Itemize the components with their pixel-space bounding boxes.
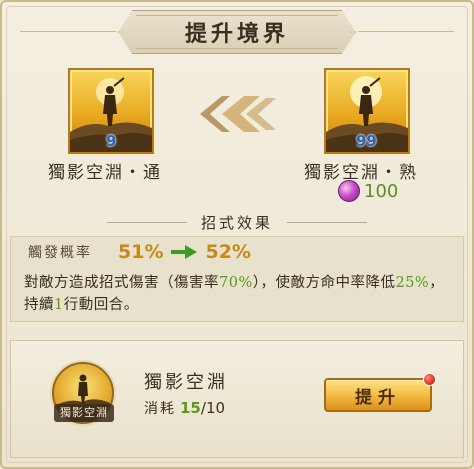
gem-icon — [338, 180, 360, 202]
desc-turns: 1 — [54, 297, 64, 313]
arrow-right-icon — [171, 245, 198, 259]
cost-value: 100 — [364, 180, 399, 202]
upgrade-button[interactable]: 提升 — [324, 378, 432, 412]
stat-old-value: 51% — [118, 241, 164, 263]
desc-part1: 對敵方造成招式傷害（傷害率 — [24, 275, 219, 291]
section-divider-right — [287, 221, 367, 223]
effect-description: 對敵方造成招式傷害（傷害率70%），使敵方命中率降低25%，持續1行動回合。 — [24, 272, 454, 316]
stat-label: 觸發概率 — [28, 245, 92, 261]
next-skill-level: 99 — [356, 132, 377, 150]
desc-part4: 行動回合。 — [63, 297, 139, 313]
desc-part2: ），使敵方命中率降低 — [252, 275, 396, 291]
effect-section-title: 招式效果 — [200, 213, 273, 232]
desc-damage-rate: 70% — [219, 275, 253, 291]
upgrade-arrow-icon — [200, 96, 276, 132]
title-deco-right — [358, 31, 454, 32]
effect-section-header: 招式效果 — [0, 212, 474, 232]
material-name: 獨影空淵 — [144, 372, 228, 393]
upgrade-cost: 100 — [338, 180, 398, 202]
consume-row: 消耗 15 / 10 — [144, 398, 225, 418]
notification-dot — [423, 373, 436, 386]
section-divider-left — [106, 221, 187, 223]
upgrade-button-label: 提升 — [355, 387, 401, 408]
dialog-title: 提升境界 — [184, 21, 289, 47]
stat-new-value: 52% — [205, 241, 251, 263]
current-skill-icon[interactable]: 9 — [68, 68, 154, 154]
next-skill-icon[interactable]: 99 — [324, 68, 410, 154]
title-banner: 提升境界 — [118, 10, 356, 54]
consume-have: 15 — [180, 399, 201, 417]
material-icon-label: 獨影空淵 — [54, 404, 114, 422]
current-skill-name: 獨影空淵・通 — [48, 163, 162, 183]
consume-label: 消耗 — [144, 401, 176, 417]
desc-hit-reduction: 25% — [395, 275, 430, 291]
current-skill-level: 9 — [106, 132, 117, 150]
consume-need: 10 — [205, 399, 226, 417]
title-deco-left — [20, 31, 116, 32]
trigger-rate-row: 觸發概率 51% 52% — [28, 241, 251, 263]
